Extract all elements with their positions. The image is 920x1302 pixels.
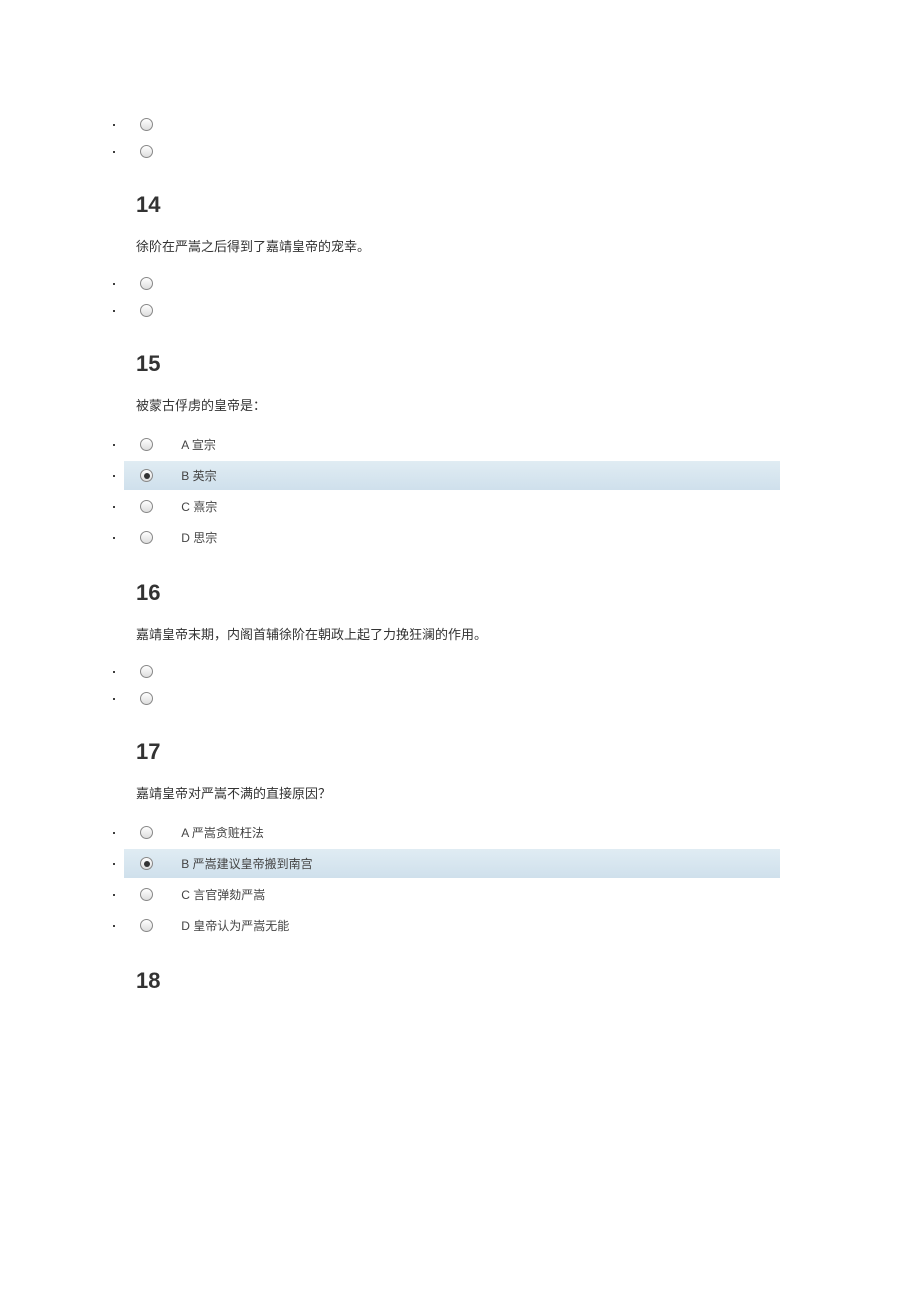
option-item-c[interactable]: C 言官弹劾严嵩 (124, 880, 780, 909)
option-label: A 宣宗 (181, 436, 216, 453)
option-item[interactable] (124, 112, 780, 137)
radio-icon[interactable] (140, 919, 153, 932)
option-label: B 严嵩建议皇帝搬到南宫 (181, 855, 312, 872)
question-text: 被蒙古俘虏的皇帝是： (136, 395, 780, 414)
question-text: 嘉靖皇帝末期，内阁首辅徐阶在朝政上起了力挽狂澜的作用。 (136, 624, 780, 643)
question-number: 17 (136, 739, 780, 765)
option-item-a[interactable]: A 严嵩贪赃枉法 (124, 818, 780, 847)
option-item[interactable] (124, 659, 780, 684)
option-label: D 皇帝认为严嵩无能 (181, 917, 289, 934)
option-list: A 宣宗 B 英宗 C 熹宗 D 思宗 (124, 430, 780, 552)
radio-icon[interactable] (140, 438, 153, 451)
option-item-d[interactable]: D 皇帝认为严嵩无能 (124, 911, 780, 940)
option-label: B 英宗 (181, 467, 216, 484)
option-item-b[interactable]: B 英宗 (124, 461, 780, 490)
question-number: 15 (136, 351, 780, 377)
option-label: A 严嵩贪赃枉法 (181, 824, 264, 841)
option-list (124, 271, 780, 323)
question-number: 14 (136, 192, 780, 218)
option-list: A 严嵩贪赃枉法 B 严嵩建议皇帝搬到南宫 C 言官弹劾严嵩 D 皇帝认为严嵩无… (124, 818, 780, 940)
radio-icon[interactable] (140, 531, 153, 544)
question-text: 嘉靖皇帝对严嵩不满的直接原因？ (136, 783, 780, 802)
option-label: C 言官弹劾严嵩 (181, 886, 265, 903)
option-item[interactable] (124, 139, 780, 164)
radio-icon[interactable] (140, 665, 153, 678)
option-label: C 熹宗 (181, 498, 217, 515)
option-item-d[interactable]: D 思宗 (124, 523, 780, 552)
option-item[interactable] (124, 686, 780, 711)
option-list (124, 659, 780, 711)
radio-icon[interactable] (140, 857, 153, 870)
option-list-top (124, 112, 780, 164)
radio-icon[interactable] (140, 304, 153, 317)
radio-icon[interactable] (140, 277, 153, 290)
question-number: 18 (136, 968, 780, 994)
radio-icon[interactable] (140, 888, 153, 901)
quiz-content: 14 徐阶在严嵩之后得到了嘉靖皇帝的宠幸。 15 被蒙古俘虏的皇帝是： A 宣宗… (0, 0, 920, 1052)
radio-icon[interactable] (140, 826, 153, 839)
option-item[interactable] (124, 271, 780, 296)
option-item-c[interactable]: C 熹宗 (124, 492, 780, 521)
option-item-b[interactable]: B 严嵩建议皇帝搬到南宫 (124, 849, 780, 878)
radio-icon[interactable] (140, 692, 153, 705)
question-text: 徐阶在严嵩之后得到了嘉靖皇帝的宠幸。 (136, 236, 780, 255)
radio-icon[interactable] (140, 145, 153, 158)
option-item[interactable] (124, 298, 780, 323)
radio-icon[interactable] (140, 469, 153, 482)
radio-icon[interactable] (140, 500, 153, 513)
question-number: 16 (136, 580, 780, 606)
option-item-a[interactable]: A 宣宗 (124, 430, 780, 459)
option-label: D 思宗 (181, 529, 217, 546)
radio-icon[interactable] (140, 118, 153, 131)
